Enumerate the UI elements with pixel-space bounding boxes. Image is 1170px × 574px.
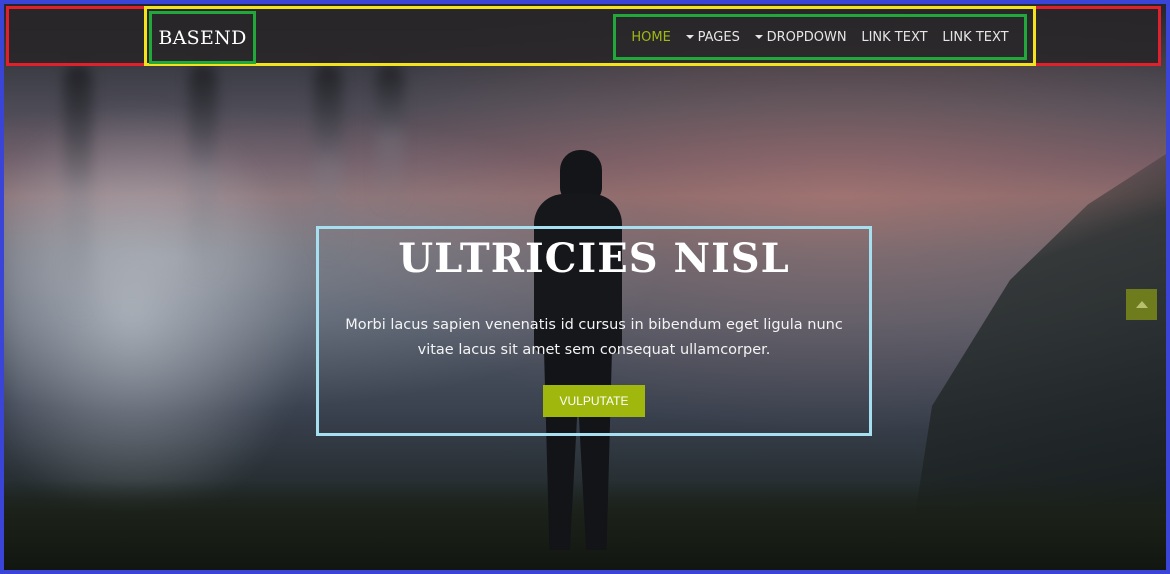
caret-down-icon bbox=[754, 35, 763, 39]
menu-item-label: HOME bbox=[631, 29, 671, 45]
menu-item-link-text[interactable]: LINK TEXT bbox=[942, 30, 1008, 45]
menu-item-label: DROPDOWN bbox=[766, 29, 847, 45]
waterfall-streak bbox=[189, 64, 217, 284]
waterfall-mist bbox=[4, 84, 324, 544]
waterfall-streak bbox=[376, 64, 404, 214]
brand-logo[interactable]: BASEND bbox=[149, 11, 256, 64]
menu-item-pages[interactable]: PAGES bbox=[685, 29, 740, 45]
caret-down-icon bbox=[685, 35, 694, 39]
menu-item-label: LINK TEXT bbox=[942, 29, 1009, 45]
menu-item-label: PAGES bbox=[697, 29, 740, 45]
hero-description: Morbi lacus sapien venenatis id cursus i… bbox=[345, 317, 843, 358]
menu-item-dropdown[interactable]: DROPDOWN bbox=[754, 29, 847, 45]
hero-title: ULTRICIES NISL bbox=[398, 235, 790, 282]
chevron-up-icon bbox=[1135, 301, 1148, 308]
hero-content: ULTRICIES NISL Morbi lacus sapien venena… bbox=[316, 226, 872, 436]
hero-cta-button[interactable]: VULPUTATE bbox=[542, 385, 646, 417]
brand-name: BASEND bbox=[158, 26, 247, 49]
menu-item-label: LINK TEXT bbox=[861, 29, 928, 45]
menu-item-home[interactable]: HOME bbox=[631, 30, 670, 45]
main-menu: HOME PAGES DROPDOWN LINK TEXT LINK TEXT bbox=[613, 14, 1027, 60]
waterfall-streak bbox=[64, 64, 92, 324]
scroll-to-top-button[interactable] bbox=[1126, 289, 1157, 320]
menu-item-link-text[interactable]: LINK TEXT bbox=[861, 30, 927, 45]
